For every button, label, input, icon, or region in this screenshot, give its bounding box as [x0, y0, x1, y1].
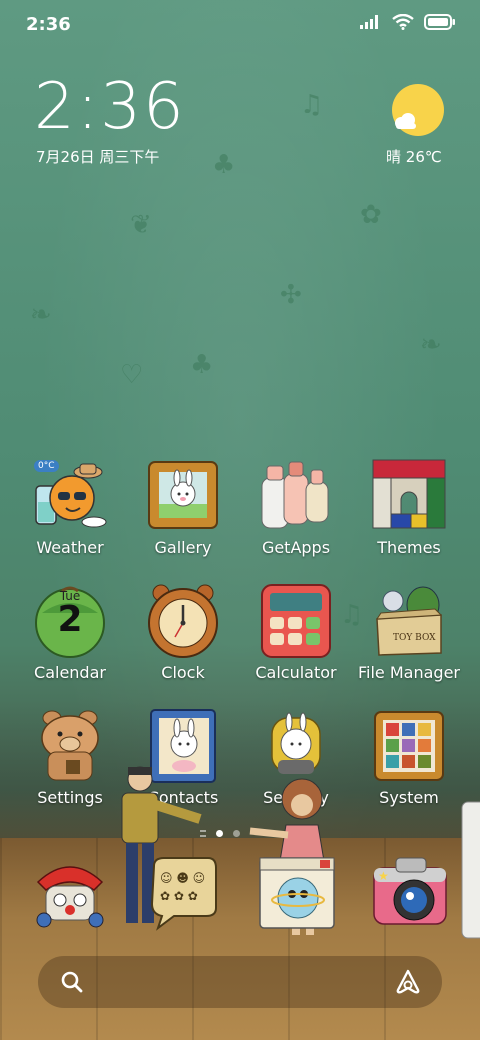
app-clock[interactable]: Clock: [128, 583, 238, 682]
music-note-doodle: ♫: [300, 90, 324, 120]
dock-browser[interactable]: [258, 852, 338, 932]
browser-icon: [259, 857, 335, 929]
search-icon[interactable]: [60, 970, 84, 994]
app-label: Weather: [36, 538, 104, 557]
phone-icon: [36, 866, 104, 928]
app-label: File Manager: [358, 663, 460, 682]
battery-icon: [424, 14, 455, 30]
app-label: Calendar: [34, 663, 106, 682]
wallpaper-fridge-edge: [461, 801, 480, 939]
app-file-manager[interactable]: TOY BOX File Manager: [354, 583, 464, 682]
cherry-doodle: ♣: [212, 150, 236, 180]
themes-icon: [371, 458, 447, 534]
app-settings[interactable]: Settings: [15, 708, 125, 807]
sprout-doodle: ✣: [280, 280, 302, 310]
leaf-doodle: ❧: [30, 300, 52, 330]
status-icons: [360, 14, 456, 30]
page-dot-active[interactable]: [216, 830, 223, 837]
app-calculator[interactable]: Calculator: [241, 583, 351, 682]
sprout-doodle: ❦: [130, 210, 152, 240]
file-manager-icon: TOY BOX: [371, 583, 447, 659]
dock-messages[interactable]: ☺ ☻ ☺ ✿ ✿ ✿: [144, 852, 224, 932]
app-gallery[interactable]: Gallery: [128, 458, 238, 557]
weather-widget-text[interactable]: 晴 26℃: [386, 146, 442, 167]
app-label: GetApps: [261, 538, 331, 557]
calculator-icon: [258, 583, 334, 659]
svg-text:✿ ✿ ✿: ✿ ✿ ✿: [160, 889, 198, 903]
gallery-icon: [145, 458, 221, 534]
search-bar[interactable]: [38, 956, 442, 1008]
app-weather[interactable]: 0°C Weather: [15, 458, 125, 557]
leaf-doodle: ❧: [420, 330, 442, 360]
status-bar: 2:36: [0, 0, 480, 50]
svg-text:☺ ☻ ☺: ☺ ☻ ☺: [160, 871, 205, 885]
menu-indicator-icon: [200, 830, 206, 837]
app-label: System: [379, 788, 439, 807]
toy-box-text: TOY BOX: [393, 633, 436, 643]
clock-widget-time[interactable]: 2:36: [34, 70, 186, 144]
weather-temperature: 26℃: [405, 148, 442, 166]
home-screen: ♣ ♫ ✿ ❦ ✣ ♣ ❧ ❧ ♡ ♫ 2:36 2:36 7月26日 周三下午…: [0, 0, 480, 1040]
cloud-icon: [395, 113, 416, 129]
getapps-icon: [258, 458, 334, 534]
app-themes[interactable]: Themes: [354, 458, 464, 557]
wifi-icon: [392, 14, 414, 30]
sprout-doodle: ✿: [360, 200, 382, 230]
system-icon: [371, 708, 447, 784]
app-label: Settings: [37, 788, 103, 807]
app-system[interactable]: System: [354, 708, 464, 807]
weather-icon: 0°C: [32, 458, 108, 534]
dock-camera[interactable]: ★: [370, 852, 450, 932]
settings-icon: [32, 708, 108, 784]
weather-badge: 0°C: [34, 460, 59, 472]
dock-phone[interactable]: [30, 852, 110, 932]
page-dot[interactable]: [233, 830, 240, 837]
security-icon: [258, 708, 334, 784]
cherry-doodle: ♣: [190, 350, 214, 380]
app-getapps[interactable]: GetApps: [241, 458, 351, 557]
svg-text:★: ★: [378, 869, 389, 883]
messages-icon: ☺ ☻ ☺ ✿ ✿ ✿: [150, 857, 217, 931]
app-label: Gallery: [154, 538, 212, 557]
signal-icon: [360, 15, 378, 29]
app-label: Themes: [377, 538, 441, 557]
clock-widget-date[interactable]: 7月26日 周三下午: [36, 146, 159, 167]
weather-condition: 晴: [386, 148, 402, 166]
calendar-icon: Tue 2: [32, 583, 108, 659]
calendar-date: 2: [57, 599, 83, 640]
app-label: Clock: [161, 663, 205, 682]
heart-doodle: ♡: [120, 360, 144, 390]
page-indicator: [200, 830, 240, 837]
app-label: Calculator: [255, 663, 337, 682]
assistant-icon[interactable]: [394, 968, 422, 996]
status-time: 2:36: [26, 14, 71, 35]
clock-icon: [145, 583, 221, 659]
app-calendar[interactable]: Tue 2 Calendar: [15, 583, 125, 682]
camera-icon: ★: [373, 857, 447, 925]
